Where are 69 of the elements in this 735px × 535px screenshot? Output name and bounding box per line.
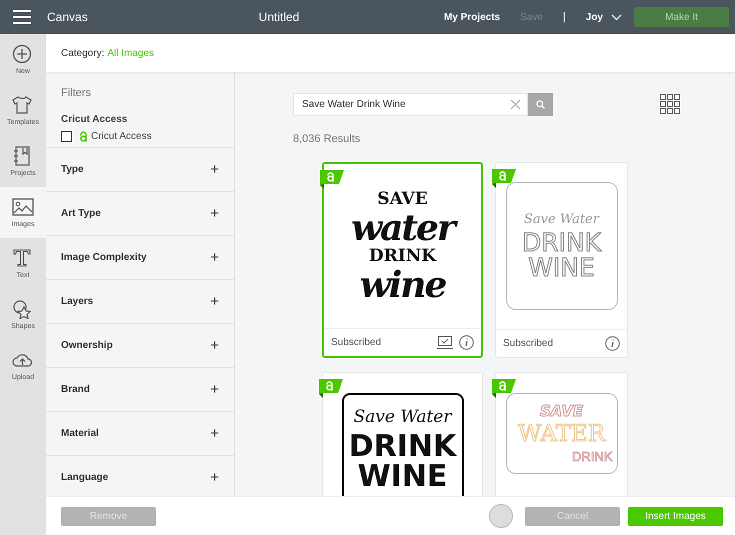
search-icon xyxy=(536,100,545,109)
filter-label: Ownership xyxy=(61,340,113,351)
check-screen-icon[interactable] xyxy=(437,336,453,349)
artwork-text: DRINK xyxy=(572,450,612,463)
filter-label: Art Type xyxy=(61,208,101,219)
artwork-text: WINE xyxy=(528,254,595,280)
artwork-text: WATER xyxy=(518,423,606,446)
artwork-text: Save Water xyxy=(524,212,599,226)
filter-label: Type xyxy=(61,164,84,175)
access-badge-icon xyxy=(492,379,516,398)
filter-label: Layers xyxy=(61,296,94,307)
expand-icon[interactable]: + xyxy=(210,206,219,221)
access-icon xyxy=(79,131,88,142)
picture-icon xyxy=(12,197,34,217)
logo-placeholder xyxy=(489,504,513,528)
artwork-text: SAVE xyxy=(540,404,584,419)
expand-icon[interactable]: + xyxy=(210,250,219,265)
results-count: 8,036 Results xyxy=(293,133,362,145)
status-label: Subscribed xyxy=(503,338,554,349)
user-name[interactable]: Joy xyxy=(586,12,603,22)
info-icon[interactable] xyxy=(605,336,620,351)
filter-label: Brand xyxy=(61,384,90,395)
category-label: Category: xyxy=(61,48,104,58)
expand-icon[interactable]: + xyxy=(210,426,219,441)
artwork-text: DRINK xyxy=(522,230,602,254)
filter-label: Language xyxy=(61,472,108,483)
filter-heading: Cricut Access xyxy=(61,114,128,125)
info-icon[interactable] xyxy=(459,335,474,350)
nav-link[interactable]: My Projects xyxy=(444,12,500,22)
plus-circle-icon xyxy=(12,44,34,64)
artwork-text: DRINK xyxy=(368,248,436,265)
artwork-text: SAVE xyxy=(377,191,428,208)
filter-row[interactable]: Ownership + xyxy=(46,324,234,368)
menu-icon[interactable] xyxy=(13,10,31,24)
app-name: Canvas xyxy=(47,10,89,24)
access-badge-icon xyxy=(492,169,516,188)
filter-row[interactable]: Type + xyxy=(46,148,234,192)
expand-icon[interactable]: + xyxy=(210,382,219,397)
checkbox-label: Cricut Access xyxy=(91,131,152,142)
access-badge-icon xyxy=(319,379,343,398)
filter-row[interactable]: Art Type + xyxy=(46,192,234,236)
image-card[interactable]: Save Water DRINK WINE xyxy=(322,372,483,496)
checkbox[interactable] xyxy=(61,131,72,142)
filters-title: Filters xyxy=(61,87,92,99)
filter-label: Image Complexity xyxy=(61,252,147,263)
image-card[interactable]: Save Water DRINK WINE Subscribed xyxy=(495,162,628,358)
grid-view-icon[interactable] xyxy=(660,94,681,115)
search-field[interactable]: Save Water Drink Wine xyxy=(293,93,528,116)
filter-row[interactable]: Image Complexity + xyxy=(46,236,234,280)
artwork-text: wine xyxy=(360,267,446,303)
separator: | xyxy=(562,11,566,23)
access-badge-icon xyxy=(320,170,344,189)
artwork-text: Save Water xyxy=(354,409,452,426)
expand-icon[interactable]: + xyxy=(210,294,219,309)
document-title: Untitled xyxy=(258,10,300,24)
status-label: Subscribed xyxy=(331,337,382,348)
expand-icon[interactable]: + xyxy=(210,470,219,485)
expand-icon[interactable]: + xyxy=(210,338,219,353)
image-card[interactable]: SAVE water DRINK wine Subscribed xyxy=(322,162,483,358)
shirt-icon xyxy=(12,95,34,115)
shapes-icon xyxy=(12,299,34,319)
filter-row[interactable]: Brand + xyxy=(46,368,234,412)
filter-row[interactable]: Material + xyxy=(46,412,234,456)
artwork-text: DRINK xyxy=(348,432,456,462)
filter-label: Material xyxy=(61,428,99,439)
artwork-text: WINE xyxy=(358,462,448,492)
chevron-down-icon[interactable] xyxy=(611,14,622,20)
expand-icon[interactable]: + xyxy=(210,162,219,177)
filter-row[interactable]: Layers + xyxy=(46,280,234,324)
